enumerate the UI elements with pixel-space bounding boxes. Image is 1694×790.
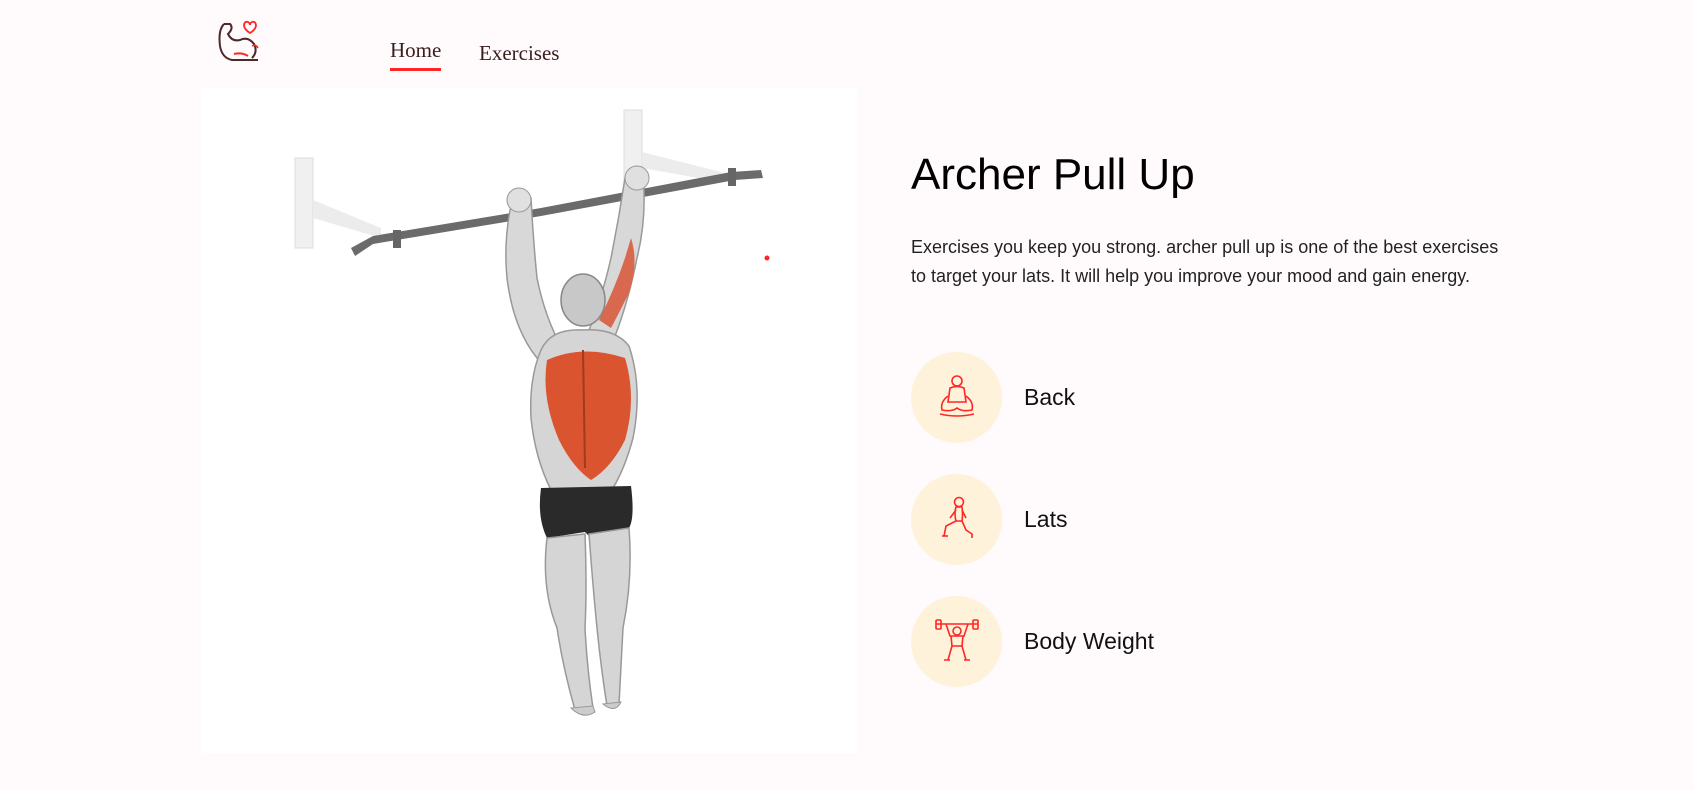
nav-exercises-link[interactable]: Exercises bbox=[479, 41, 559, 66]
logo-icon[interactable] bbox=[214, 18, 264, 66]
meditation-icon bbox=[911, 351, 1002, 443]
lunge-icon bbox=[911, 473, 1002, 565]
detail-body-part: Back bbox=[911, 351, 1311, 443]
detail-equipment-label: Body Weight bbox=[1024, 627, 1154, 654]
exercise-image bbox=[201, 88, 857, 753]
detail-target: Lats bbox=[911, 473, 1311, 565]
exercise-title: Archer Pull Up bbox=[911, 150, 1195, 199]
weightlifter-icon bbox=[911, 595, 1002, 687]
detail-target-label: Lats bbox=[1024, 505, 1068, 532]
detail-body-part-label: Back bbox=[1024, 383, 1076, 410]
detail-equipment: Body Weight bbox=[911, 595, 1311, 687]
exercise-description: Exercises you keep you strong. archer pu… bbox=[911, 237, 1499, 286]
nav-home-link[interactable]: Home bbox=[390, 38, 442, 71]
